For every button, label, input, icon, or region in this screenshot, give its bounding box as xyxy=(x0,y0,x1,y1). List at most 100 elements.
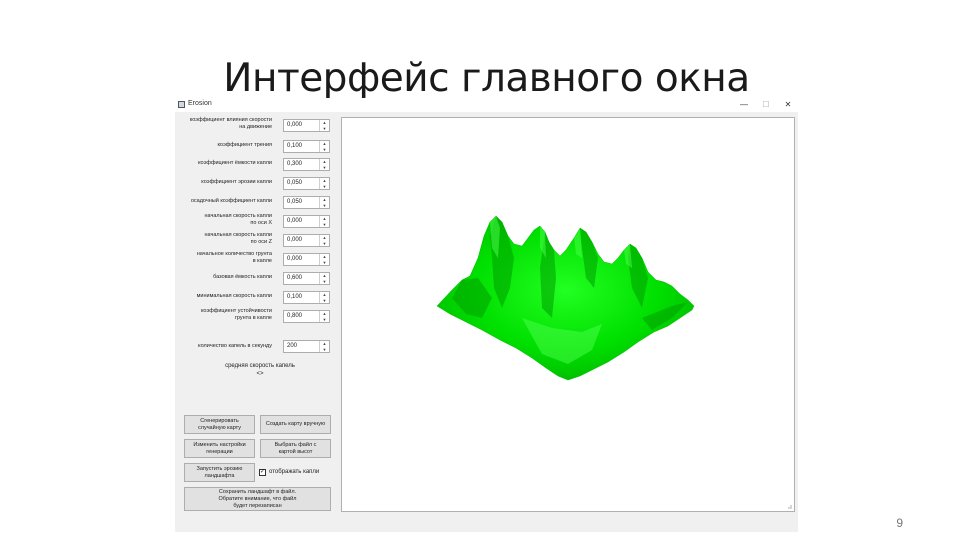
param-spinbox[interactable]: 0,050 ▲ ▼ xyxy=(283,177,330,190)
param-spinbox[interactable]: 0,000 ▲ ▼ xyxy=(283,253,330,266)
drops-per-second-label: количество капель в секунду xyxy=(198,343,272,349)
button-text: ландшафта xyxy=(204,472,235,479)
spin-down-icon[interactable]: ▼ xyxy=(320,203,329,208)
spin-up-icon[interactable]: ▲ xyxy=(320,341,329,346)
generate-random-map-button[interactable]: Сгенерировать случайную карту xyxy=(184,415,255,434)
param-spinbox[interactable]: 0,100 ▲ ▼ xyxy=(283,291,330,304)
button-text: Запустить эрозию xyxy=(196,465,243,472)
choose-heightmap-button[interactable]: Выбрать файл с картой высот xyxy=(260,439,331,458)
param-label-line: в капле xyxy=(252,258,272,264)
close-button[interactable]: ✕ xyxy=(777,98,799,112)
spin-up-icon[interactable]: ▲ xyxy=(320,159,329,164)
spin-down-icon[interactable]: ▼ xyxy=(320,184,329,189)
button-text: Сгенерировать xyxy=(200,417,239,424)
spin-arrows: ▲ ▼ xyxy=(319,341,329,352)
spin-arrows: ▲ ▼ xyxy=(319,120,329,131)
param-label: базовая ёмкость капли xyxy=(162,274,272,281)
create-map-manually-button[interactable]: Создать карту вручную xyxy=(260,415,331,434)
spin-arrows: ▲ ▼ xyxy=(319,216,329,227)
spin-down-icon[interactable]: ▼ xyxy=(320,298,329,303)
terrain-render xyxy=(436,215,695,381)
erosion-window: Erosion — ☐ ✕ коэффициент влияния скорос… xyxy=(175,98,798,532)
maximize-button[interactable]: ☐ xyxy=(755,98,777,112)
param-spinbox[interactable]: 0,800 ▲ ▼ xyxy=(283,310,330,323)
spin-down-icon[interactable]: ▼ xyxy=(320,126,329,131)
button-text: генерации xyxy=(206,448,233,455)
param-spinbox[interactable]: 0,000 ▲ ▼ xyxy=(283,234,330,247)
spin-arrows: ▲ ▼ xyxy=(319,311,329,322)
spin-down-icon[interactable]: ▼ xyxy=(320,317,329,322)
spin-down-icon[interactable]: ▼ xyxy=(320,147,329,152)
window-titlebar[interactable]: Erosion — ☐ ✕ xyxy=(175,98,798,112)
show-drops-label: отображать капли xyxy=(269,469,320,475)
slide-number: 9 xyxy=(896,516,903,530)
resize-grip-icon[interactable] xyxy=(786,503,792,509)
spin-down-icon[interactable]: ▼ xyxy=(320,165,329,170)
param-label: минимальная скорость капли xyxy=(162,293,272,300)
param-label: коэффициент устойчивости грунта в капле xyxy=(162,308,272,322)
param-label: осадочный коэффициент капли xyxy=(162,198,272,205)
spin-up-icon[interactable]: ▲ xyxy=(320,273,329,278)
param-label-line: коэффициент ёмкости капли xyxy=(198,160,272,166)
param-spinbox[interactable]: 0,600 ▲ ▼ xyxy=(283,272,330,285)
param-spinbox[interactable]: 0,000 ▲ ▼ xyxy=(283,215,330,228)
spin-up-icon[interactable]: ▲ xyxy=(320,141,329,146)
param-label-line: начальная скорость капли xyxy=(204,232,272,238)
param-label: коэффициент эрозии капли xyxy=(162,179,272,186)
show-drops-checkbox[interactable]: ✓ xyxy=(259,469,266,476)
spin-up-icon[interactable]: ▲ xyxy=(320,216,329,221)
spin-up-icon[interactable]: ▲ xyxy=(320,311,329,316)
param-label-line: коэффициент влияния скорости xyxy=(189,117,272,123)
param-value: 0,000 xyxy=(287,122,303,128)
spin-down-icon[interactable]: ▼ xyxy=(320,241,329,246)
param-value: 0,100 xyxy=(287,143,303,149)
param-label: начальная скорость капли по оси Z xyxy=(162,232,272,246)
spin-arrows: ▲ ▼ xyxy=(319,235,329,246)
spin-down-icon[interactable]: ▼ xyxy=(320,347,329,352)
button-text: Обратите внимание, что файл xyxy=(218,495,297,502)
param-label-line: коэффициент трения xyxy=(217,142,272,148)
drops-per-second-spinbox[interactable]: 200 ▲ ▼ xyxy=(283,340,330,353)
slide-title: Интерфейс главного окна xyxy=(223,56,750,101)
spin-up-icon[interactable]: ▲ xyxy=(320,254,329,259)
spin-up-icon[interactable]: ▲ xyxy=(320,178,329,183)
param-label-line: начальная скорость капли xyxy=(204,213,272,219)
spin-arrows: ▲ ▼ xyxy=(319,197,329,208)
param-label: коэффициент трения xyxy=(162,142,272,149)
param-spinbox[interactable]: 0,050 ▲ ▼ xyxy=(283,196,330,209)
save-landscape-button[interactable]: Сохранить ландшафт в файл. Обратите вним… xyxy=(184,487,331,511)
param-label-line: по оси X xyxy=(250,220,272,226)
param-value: 0,000 xyxy=(287,256,303,262)
spin-arrows: ▲ ▼ xyxy=(319,254,329,265)
spin-down-icon[interactable]: ▼ xyxy=(320,279,329,284)
param-spinbox[interactable]: 0,100 ▲ ▼ xyxy=(283,140,330,153)
generation-settings-button[interactable]: Изменить настройки генерации xyxy=(184,439,255,458)
spin-up-icon[interactable]: ▲ xyxy=(320,197,329,202)
param-spinbox[interactable]: 0,000 ▲ ▼ xyxy=(283,119,330,132)
param-value: 0,800 xyxy=(287,313,303,319)
spin-down-icon[interactable]: ▼ xyxy=(320,260,329,265)
param-spinbox[interactable]: 0,300 ▲ ▼ xyxy=(283,158,330,171)
param-value: 0,000 xyxy=(287,237,303,243)
button-text: Сохранить ландшафт в файл. xyxy=(218,488,297,495)
spin-up-icon[interactable]: ▲ xyxy=(320,120,329,125)
button-text: Выбрать файл с xyxy=(274,441,317,448)
param-value: 0,050 xyxy=(287,199,303,205)
spin-down-icon[interactable]: ▼ xyxy=(320,222,329,227)
param-label-line: минимальная скорость капли xyxy=(196,293,272,299)
spin-up-icon[interactable]: ▲ xyxy=(320,292,329,297)
param-value: 0,100 xyxy=(287,294,303,300)
window-title: Erosion xyxy=(188,100,212,107)
param-label: коэффициент влияния скорости на движение xyxy=(162,117,272,131)
minimize-button[interactable]: — xyxy=(733,98,755,112)
spin-up-icon[interactable]: ▲ xyxy=(320,235,329,240)
button-text: картой высот xyxy=(278,448,313,455)
avg-speed-label: средняя скорость капель xyxy=(225,363,295,369)
terrain-3d-viewport[interactable] xyxy=(341,117,795,512)
param-label-line: на движение xyxy=(239,124,272,130)
param-label-line: начальное количество грунта xyxy=(196,251,272,257)
param-label: начальное количество грунта в капле xyxy=(162,251,272,265)
param-label-line: коэффициент устойчивости xyxy=(200,308,272,314)
button-text: случайную карту xyxy=(197,424,241,431)
run-erosion-button[interactable]: Запустить эрозию ландшафта xyxy=(184,463,255,482)
